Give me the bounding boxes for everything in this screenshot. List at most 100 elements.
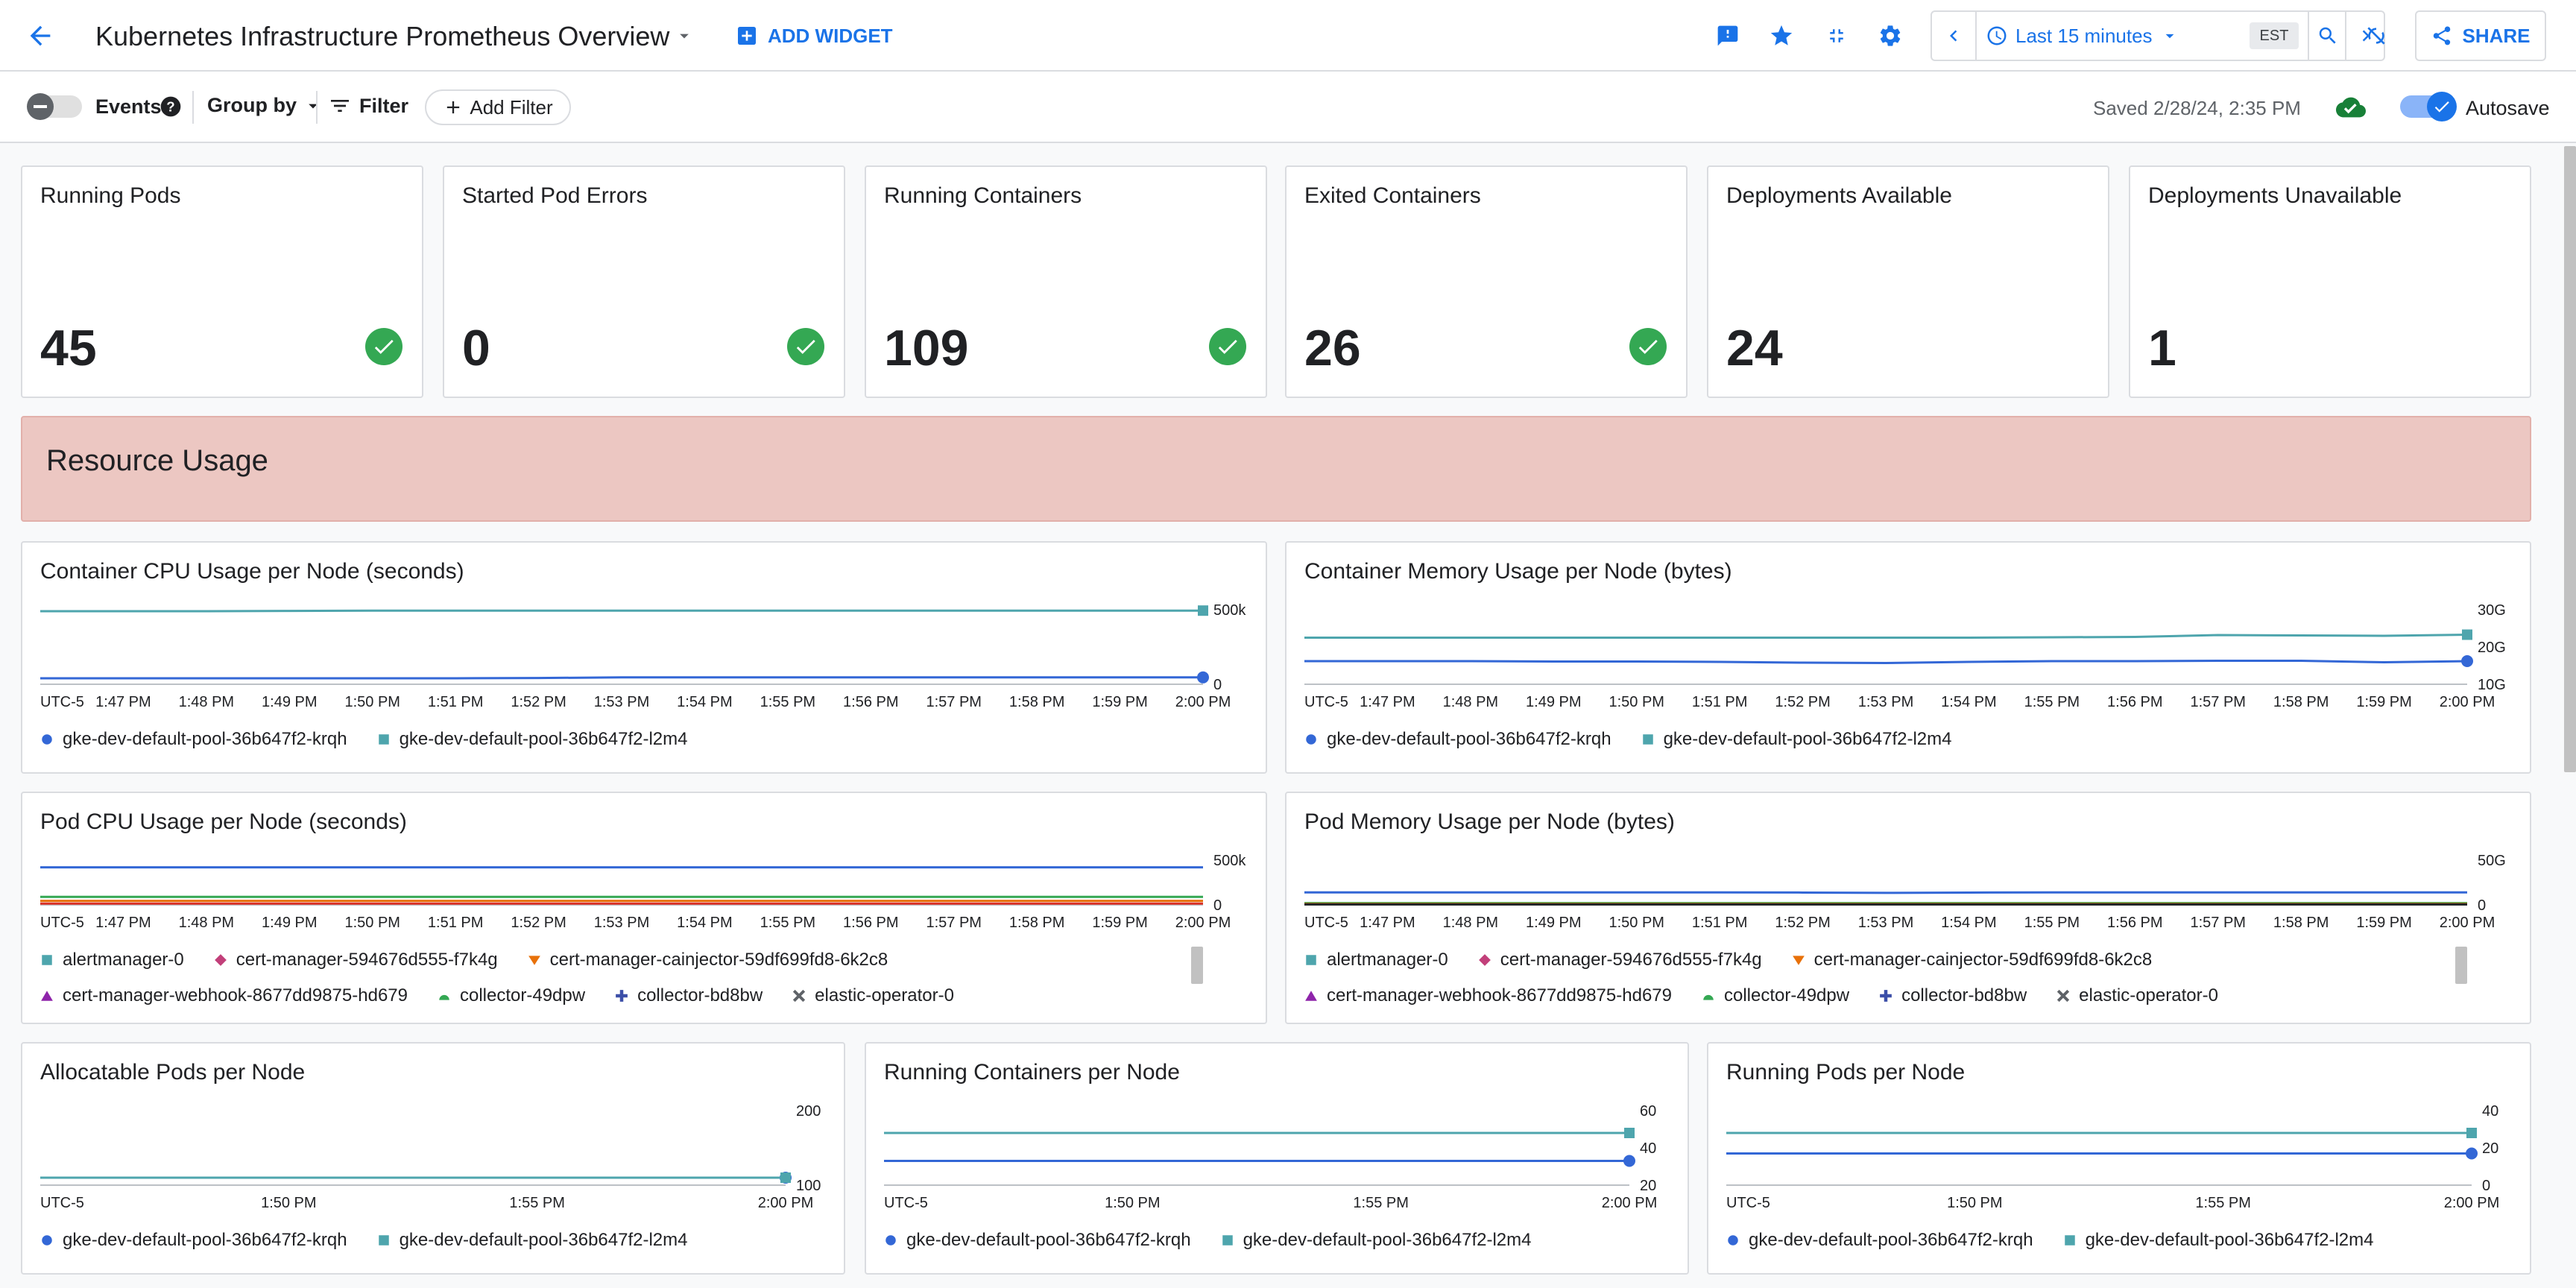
legend-item[interactable]: gke-dev-default-pool-36b647f2-l2m4 [377, 722, 687, 757]
legend-item[interactable]: cert-manager-webhook-8677dd9875-hd679 [40, 978, 408, 1014]
chart-widget[interactable]: Container CPU Usage per Node (seconds) 0 5… [21, 541, 1267, 774]
legend-item[interactable]: gke-dev-default-pool-36b647f2-krqh [40, 722, 347, 757]
auto-refresh-off-icon[interactable] [2361, 21, 2391, 51]
legend-item[interactable]: gke-dev-default-pool-36b647f2-krqh [40, 1222, 347, 1258]
section-title: Resource Usage [46, 444, 268, 477]
add-filter-button[interactable]: Add Filter [425, 89, 571, 125]
legend-item[interactable]: gke-dev-default-pool-36b647f2-l2m4 [2063, 1222, 2374, 1258]
add-widget-button[interactable]: ADD WIDGET [735, 21, 893, 51]
chart-widget[interactable]: Allocatable Pods per Node 100 200 UTC-5 1:50… [21, 1042, 845, 1275]
scorecard[interactable]: Running Pods 45 [21, 165, 423, 398]
legend-marker-icon [1306, 734, 1316, 745]
time-range-picker[interactable]: Last 15 minutes [1986, 22, 2179, 49]
legend-marker-icon [616, 990, 628, 1002]
filter-button[interactable]: Filter [328, 94, 408, 118]
legend-label: gke-dev-default-pool-36b647f2-l2m4 [2085, 1230, 2374, 1250]
x-tick-label: 1:48 PM [179, 915, 234, 931]
y-tick-label: 60 [1640, 1103, 1656, 1120]
help-icon[interactable]: ? [158, 94, 183, 119]
legend-item[interactable]: gke-dev-default-pool-36b647f2-l2m4 [377, 1222, 687, 1258]
legend-item[interactable]: collector-49dpw [438, 978, 585, 1014]
legend-marker-icon [41, 991, 53, 1001]
series-end-marker [1198, 605, 1208, 616]
legend-item[interactable]: gke-dev-default-pool-36b647f2-krqh [884, 1222, 1191, 1258]
back-arrow-icon[interactable] [22, 18, 58, 54]
x-tick-label: 1:59 PM [1092, 915, 1147, 931]
legend-scrollbar[interactable] [1191, 947, 1203, 984]
timezone-badge[interactable]: EST [2250, 22, 2299, 49]
scorecard-title: Running Pods [40, 183, 181, 208]
legend-item[interactable]: gke-dev-default-pool-36b647f2-krqh [1304, 722, 1611, 757]
top-bar: Kubernetes Infrastructure Prometheus Ove… [0, 0, 2576, 72]
legend-item[interactable]: alertmanager-0 [1304, 942, 1448, 978]
x-tick-label: 1:51 PM [1692, 694, 1747, 710]
legend-item[interactable]: collector-bd8bw [615, 978, 763, 1014]
legend-item[interactable]: elastic-operator-0 [792, 978, 954, 1014]
legend-marker-icon [378, 1235, 389, 1246]
scorecard-title: Deployments Available [1726, 183, 1952, 208]
x-tick-label: 1:56 PM [2107, 694, 2162, 710]
legend-marker-icon [1880, 990, 1892, 1002]
x-tick-label: 1:54 PM [1941, 694, 1996, 710]
legend-item[interactable]: gke-dev-default-pool-36b647f2-krqh [1726, 1222, 2033, 1258]
scorecard[interactable]: Deployments Unavailable 1 [2129, 165, 2531, 398]
zoom-search-icon[interactable] [2308, 12, 2346, 60]
legend-marker-icon [439, 994, 449, 1000]
scorecard[interactable]: Exited Containers 26 [1285, 165, 1688, 398]
x-tick-label: 1:48 PM [179, 694, 234, 710]
y-tick-label: 30G [2478, 602, 2506, 619]
legend-item[interactable]: cert-manager-594676d555-f7k4g [214, 942, 498, 978]
chart-widget[interactable]: Pod CPU Usage per Node (seconds) 0 500k UTC… [21, 792, 1267, 1024]
x-tick-label: 1:47 PM [95, 915, 151, 931]
saved-timestamp: Saved 2/28/24, 2:35 PM [2093, 97, 2301, 119]
legend-item[interactable]: collector-bd8bw [1879, 978, 2027, 1014]
legend-item[interactable]: cert-manager-cainjector-59df699fd8-6k2c8 [1792, 942, 2152, 978]
legend-item[interactable]: gke-dev-default-pool-36b647f2-l2m4 [1641, 722, 1951, 757]
previous-time-icon[interactable] [1932, 12, 1977, 60]
y-tick-label: 500k [1213, 602, 1246, 619]
group-by-dropdown[interactable]: Group by [207, 94, 323, 117]
chart-widget[interactable]: Running Containers per Node 20 40 60 UTC-5 1:… [865, 1042, 1689, 1275]
resource-usage-section: Resource Usage [21, 416, 2531, 522]
legend-item[interactable]: collector-49dpw [1702, 978, 1849, 1014]
x-tick-label: UTC-5 [40, 694, 84, 710]
events-label: Events [95, 95, 162, 118]
legend-item[interactable]: cert-manager-cainjector-59df699fd8-6k2c8 [528, 942, 888, 978]
star-icon[interactable] [1767, 21, 1796, 51]
legend-scrollbar[interactable] [2455, 947, 2467, 984]
legend-item[interactable]: cert-manager-594676d555-f7k4g [1478, 942, 1762, 978]
legend-marker-icon [1792, 956, 1805, 965]
exit-fullscreen-icon[interactable] [1822, 21, 1852, 51]
legend-item[interactable]: alertmanager-0 [40, 942, 184, 978]
chart-widget[interactable]: Pod Memory Usage per Node (bytes) 0 50G UTC… [1285, 792, 2531, 1024]
y-tick-label: 500k [1213, 853, 1246, 869]
legend-marker-icon [42, 1235, 52, 1246]
share-button[interactable]: SHARE [2415, 10, 2546, 61]
legend-label: collector-bd8bw [637, 985, 763, 1006]
chart-legend: alertmanager-0 cert-manager-594676d555-f7… [1304, 942, 2437, 1014]
legend-marker-icon [42, 955, 52, 965]
x-tick-label: 1:53 PM [1858, 915, 1913, 931]
autosave-toggle[interactable] [2400, 92, 2457, 121]
chart-widget[interactable]: Container Memory Usage per Node (bytes) 1… [1285, 541, 2531, 774]
title-dropdown-icon[interactable] [671, 22, 698, 49]
scorecard[interactable]: Running Containers 109 [865, 165, 1267, 398]
chart-widget[interactable]: Running Pods per Node 0 20 40 UTC-5 1:50 PM 1:… [1707, 1042, 2531, 1275]
x-tick-label: UTC-5 [884, 1195, 928, 1211]
scrollbar-thumb[interactable] [2564, 146, 2576, 772]
x-tick-label: 1:55 PM [509, 1195, 564, 1211]
scorecard-value: 0 [462, 320, 490, 376]
scorecard[interactable]: Started Pod Errors 0 [443, 165, 845, 398]
legend-label: collector-49dpw [459, 985, 586, 1006]
x-tick-label: 1:54 PM [1941, 915, 1996, 931]
legend-item[interactable]: gke-dev-default-pool-36b647f2-l2m4 [1221, 1222, 1531, 1258]
x-tick-label: 2:00 PM [1175, 694, 1231, 710]
events-toggle[interactable] [27, 93, 82, 120]
legend-item[interactable]: cert-manager-webhook-8677dd9875-hd679 [1304, 978, 1672, 1014]
filter-label: Filter [359, 94, 409, 117]
legend-item[interactable]: elastic-operator-0 [2056, 978, 2218, 1014]
settings-gear-icon[interactable] [1875, 21, 1905, 51]
toggle-off-knob [27, 93, 54, 120]
scorecard[interactable]: Deployments Available 24 [1707, 165, 2109, 398]
feedback-icon[interactable] [1713, 21, 1743, 51]
